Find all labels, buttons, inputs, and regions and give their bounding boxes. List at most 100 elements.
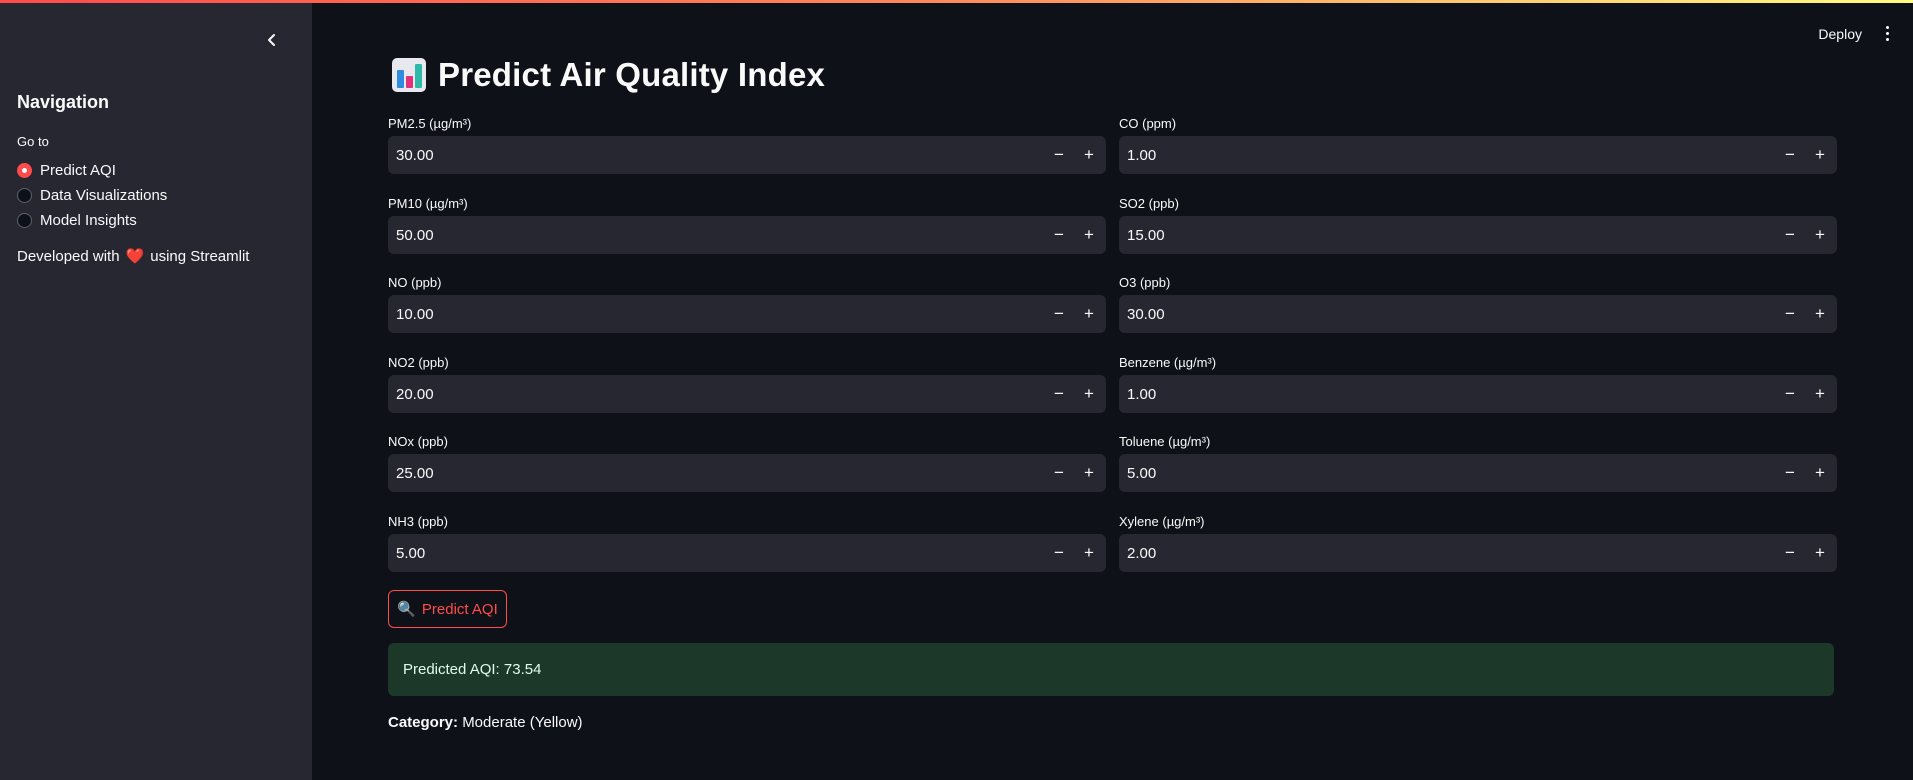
decrement-button[interactable]: − (1044, 454, 1074, 492)
decrement-button[interactable]: − (1775, 295, 1805, 333)
prediction-result-alert: Predicted AQI: 73.54 (388, 643, 1834, 696)
top-decoration-bar (0, 0, 1913, 3)
decrement-button[interactable]: − (1044, 136, 1074, 174)
field-label: PM10 (µg/m³) (388, 196, 468, 211)
page-title-text: Predict Air Quality Index (438, 56, 826, 93)
number-input-field[interactable] (388, 454, 1044, 492)
decrement-button[interactable]: − (1044, 216, 1074, 254)
number-input: − + (1119, 454, 1837, 492)
increment-button[interactable]: + (1805, 216, 1835, 254)
number-input: − + (388, 375, 1106, 413)
increment-button[interactable]: + (1805, 454, 1835, 492)
radio-option-data-visualizations[interactable]: Data Visualizations (17, 183, 167, 208)
field-so2: SO2 (ppb) − + (1119, 196, 1837, 254)
radio-checked-icon[interactable] (17, 163, 32, 178)
increment-button[interactable]: + (1074, 295, 1104, 333)
radio-group-label: Go to (17, 134, 49, 149)
field-label: CO (ppm) (1119, 116, 1177, 131)
number-input-field[interactable] (388, 375, 1044, 413)
increment-button[interactable]: + (1074, 534, 1104, 572)
field-benzene: Benzene (µg/m³) − + (1119, 355, 1837, 413)
radio-option-label: Data Visualizations (40, 187, 168, 204)
field-xylene: Xylene (µg/m³) − + (1119, 514, 1837, 572)
number-input: − + (388, 295, 1106, 333)
decrement-button[interactable]: − (1044, 295, 1074, 333)
increment-button[interactable]: + (1074, 454, 1104, 492)
field-no2: NO2 (ppb) − + (388, 355, 1106, 413)
developer-credit: Developed with ❤️ using Streamlit (17, 247, 250, 266)
radio-option-model-insights[interactable]: Model Insights (17, 208, 167, 233)
number-input: − + (388, 136, 1106, 174)
sidebar-title: Navigation (17, 92, 110, 112)
number-input: − + (1119, 295, 1837, 333)
field-no: NO (ppb) − + (388, 275, 1106, 333)
number-input-field[interactable] (1119, 534, 1775, 572)
increment-button[interactable]: + (1805, 136, 1835, 174)
nav-radio-group: Predict AQI Data Visualizations Model In… (17, 158, 167, 233)
predict-aqi-button[interactable]: 🔍 Predict AQI (388, 590, 507, 628)
field-label: SO2 (ppb) (1119, 196, 1179, 211)
field-co: CO (ppm) − + (1119, 116, 1837, 174)
field-o3: O3 (ppb) − + (1119, 275, 1837, 333)
increment-button[interactable]: + (1805, 375, 1835, 413)
heart-icon: ❤️ (125, 248, 145, 265)
decrement-button[interactable]: − (1044, 375, 1074, 413)
number-input-field[interactable] (1119, 454, 1775, 492)
field-label: Xylene (µg/m³) (1119, 514, 1205, 529)
decrement-button[interactable]: − (1775, 534, 1805, 572)
field-label: O3 (ppb) (1119, 275, 1171, 290)
radio-option-label: Predict AQI (40, 162, 116, 179)
number-input-field[interactable] (1119, 295, 1775, 333)
category-label: Category: (388, 714, 459, 731)
kebab-menu-icon[interactable] (1882, 22, 1893, 45)
number-input-field[interactable] (388, 216, 1044, 254)
number-input: − + (1119, 534, 1837, 572)
field-toluene: Toluene (µg/m³) − + (1119, 434, 1837, 492)
number-input-field[interactable] (388, 136, 1044, 174)
number-input: − + (388, 454, 1106, 492)
category-value: Moderate (Yellow) (462, 714, 583, 731)
field-nh3: NH3 (ppb) − + (388, 514, 1106, 572)
number-input: − + (388, 534, 1106, 572)
decrement-button[interactable]: − (1775, 216, 1805, 254)
prediction-result-text: Predicted AQI: 73.54 (403, 661, 542, 678)
number-input: − + (1119, 375, 1837, 413)
number-input: − + (1119, 216, 1837, 254)
radio-unchecked-icon[interactable] (17, 213, 32, 228)
number-input-field[interactable] (1119, 375, 1775, 413)
field-pm10: PM10 (µg/m³) − + (388, 196, 1106, 254)
number-input-field[interactable] (388, 534, 1044, 572)
field-label: PM2.5 (µg/m³) (388, 116, 472, 131)
field-label: NOx (ppb) (388, 434, 448, 449)
number-input-field[interactable] (388, 295, 1044, 333)
radio-unchecked-icon[interactable] (17, 188, 32, 203)
credit-suffix: using Streamlit (150, 247, 250, 265)
decrement-button[interactable]: − (1044, 534, 1074, 572)
field-nox: NOx (ppb) − + (388, 434, 1106, 492)
number-input-field[interactable] (1119, 136, 1775, 174)
chevron-left-icon[interactable] (258, 26, 286, 54)
predict-button-label: Predict AQI (421, 600, 498, 618)
credit-prefix: Developed with (17, 247, 120, 265)
field-label: Toluene (µg/m³) (1119, 434, 1211, 449)
magnifier-icon: 🔍 (397, 601, 416, 618)
decrement-button[interactable]: − (1775, 375, 1805, 413)
increment-button[interactable]: + (1074, 216, 1104, 254)
increment-button[interactable]: + (1805, 534, 1835, 572)
decrement-button[interactable]: − (1775, 454, 1805, 492)
category-line: Category: Moderate (Yellow) (388, 714, 583, 731)
number-input: − + (388, 216, 1106, 254)
number-input: − + (1119, 136, 1837, 174)
increment-button[interactable]: + (1805, 295, 1835, 333)
field-pm25: PM2.5 (µg/m³) − + (388, 116, 1106, 174)
number-input-field[interactable] (1119, 216, 1775, 254)
field-label: Benzene (µg/m³) (1119, 355, 1217, 370)
increment-button[interactable]: + (1074, 375, 1104, 413)
radio-option-predict-aqi[interactable]: Predict AQI (17, 158, 167, 183)
field-label: NO2 (ppb) (388, 355, 449, 370)
page-title: Predict Air Quality Index (392, 56, 825, 94)
increment-button[interactable]: + (1074, 136, 1104, 174)
sidebar: Navigation Go to Predict AQI Data Visual… (0, 0, 312, 780)
decrement-button[interactable]: − (1775, 136, 1805, 174)
field-label: NH3 (ppb) (388, 514, 448, 529)
